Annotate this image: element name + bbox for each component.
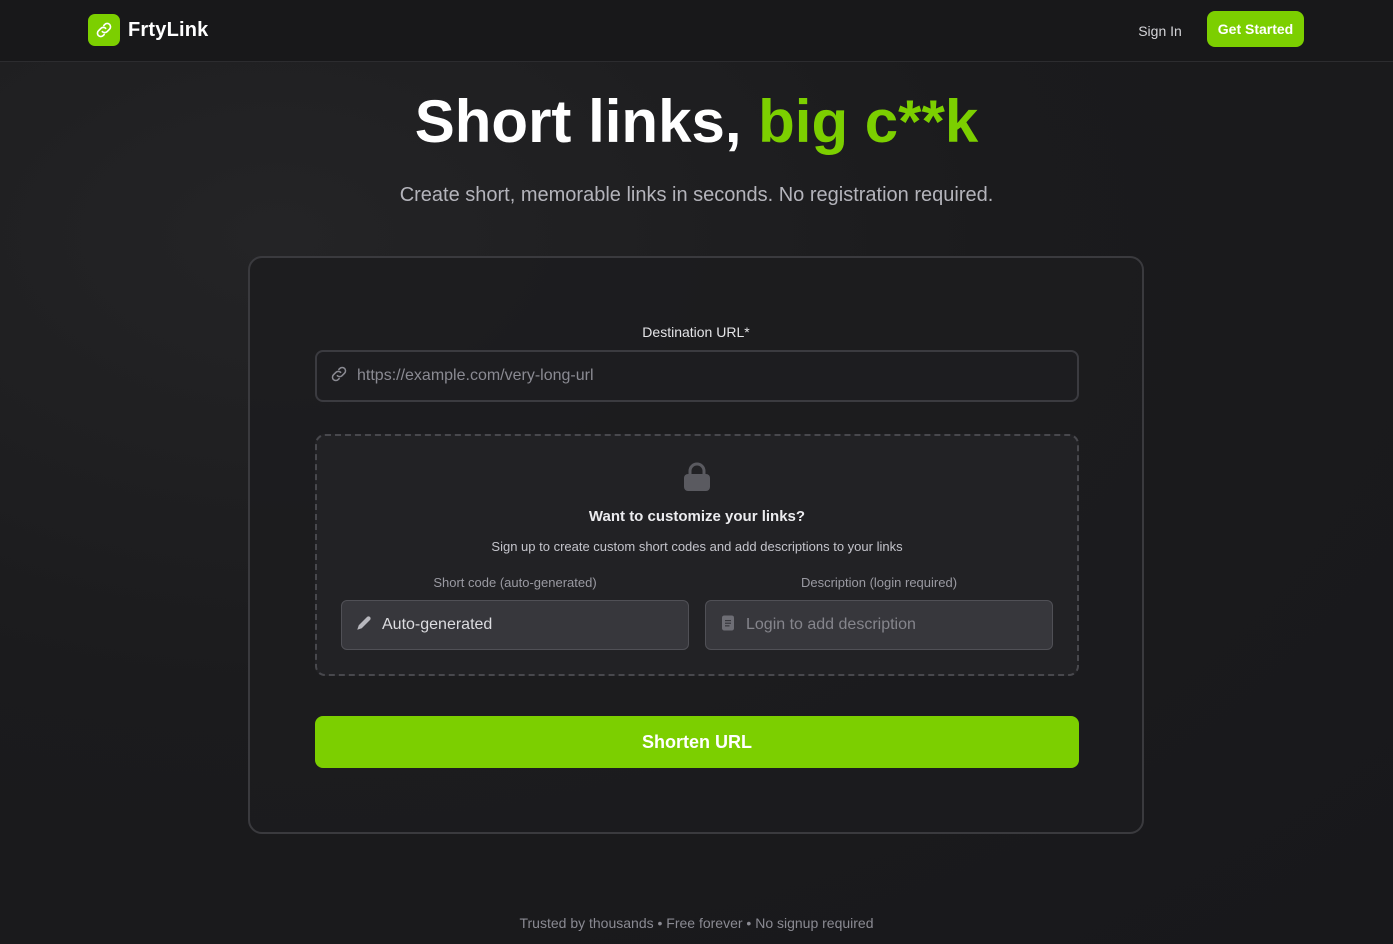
customize-subtitle: Sign up to create custom short codes and… xyxy=(491,539,903,554)
hero-title: Short links, big c**k xyxy=(0,86,1393,158)
shorten-url-button[interactable]: Shorten URL xyxy=(315,716,1079,768)
document-icon xyxy=(719,614,737,637)
description-label: Description (login required) xyxy=(800,575,958,590)
destination-url-label: Destination URL* xyxy=(642,324,750,340)
description-placeholder: Login to add description xyxy=(746,616,916,633)
customize-links-panel: Want to customize your links? Sign up to… xyxy=(315,434,1079,676)
link-icon xyxy=(329,364,349,389)
hero-title-main: Short links, xyxy=(414,88,759,155)
customize-title: Want to customize your links? xyxy=(588,508,806,525)
short-code-field[interactable]: Auto-generated xyxy=(341,600,689,650)
top-nav-bar: FrtyLink Sign In Get Started xyxy=(0,0,1393,62)
description-field[interactable]: Login to add description xyxy=(705,600,1053,650)
footer-note: Trusted by thousands • Free forever • No… xyxy=(519,915,874,931)
destination-url-placeholder: https://example.com/very-long-url xyxy=(357,367,594,384)
link-icon xyxy=(88,14,120,46)
hero-subtitle: Create short, memorable links in seconds… xyxy=(399,184,994,206)
shorten-form-card: Destination URL* https://example.com/ver… xyxy=(248,256,1144,834)
destination-url-input[interactable]: https://example.com/very-long-url xyxy=(315,350,1079,402)
get-started-button[interactable]: Get Started xyxy=(1207,11,1304,47)
pencil-icon xyxy=(355,614,373,637)
lock-icon xyxy=(683,462,711,497)
brand[interactable]: FrtyLink xyxy=(88,14,209,46)
hero-title-accent: big c**k xyxy=(758,88,979,155)
sign-in-link[interactable]: Sign In xyxy=(1127,19,1193,43)
brand-name: FrtyLink xyxy=(128,18,209,41)
short-code-label: Short code (auto-generated) xyxy=(433,575,597,590)
short-code-value: Auto-generated xyxy=(382,616,493,633)
